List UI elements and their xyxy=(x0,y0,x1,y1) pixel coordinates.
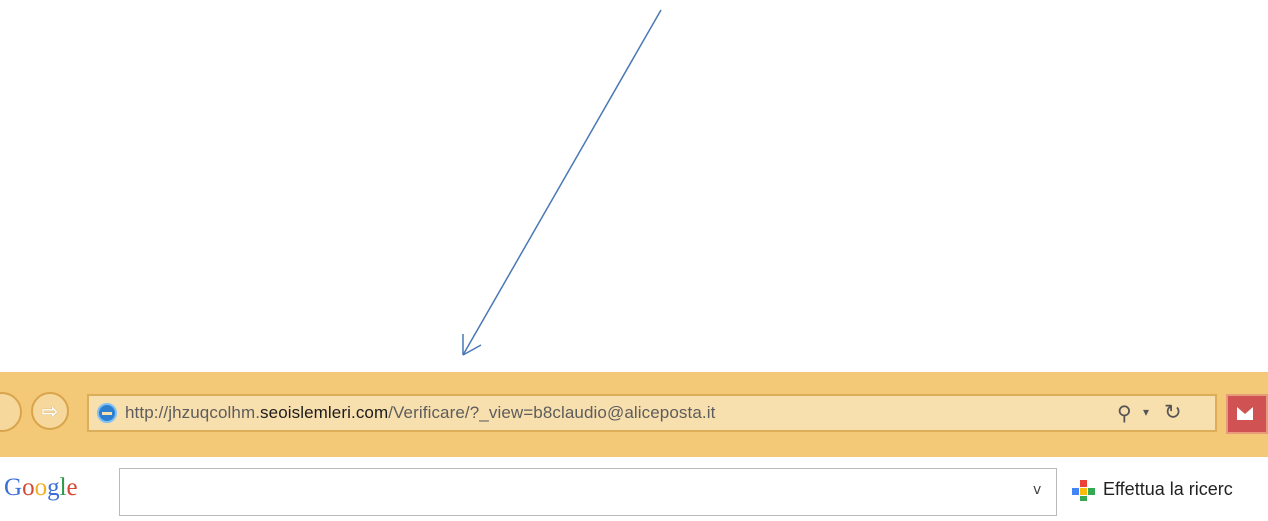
mail-tab[interactable] xyxy=(1226,394,1268,434)
google-search-input[interactable] xyxy=(119,468,1057,516)
mail-icon xyxy=(1237,407,1253,420)
forward-arrow-icon: ⇨ xyxy=(41,399,59,423)
google-logo[interactable]: Google xyxy=(4,474,78,502)
chevron-down-icon[interactable]: ▾ xyxy=(1143,405,1149,419)
google-apps-icon[interactable] xyxy=(1071,476,1097,502)
address-bar[interactable]: http://jhzuqcolhm.seoislemleri.com/Verif… xyxy=(87,394,1217,432)
ie-page-icon xyxy=(97,403,117,423)
url-domain: seoislemleri.com xyxy=(260,403,389,422)
chevron-down-icon[interactable]: v xyxy=(1033,482,1041,498)
forward-button[interactable]: ⇨ xyxy=(31,392,69,430)
url-path: /Verificare/?_view=b8claudio@aliceposta.… xyxy=(388,403,716,422)
url-prefix: http://jhzuqcolhm. xyxy=(125,403,261,422)
search-button-label[interactable]: Effettua la ricerc xyxy=(1103,479,1233,500)
search-icon[interactable]: ⚲ xyxy=(1117,401,1141,425)
refresh-icon[interactable]: ↻ xyxy=(1164,400,1182,424)
url-text[interactable]: http://jhzuqcolhm.seoislemleri.com/Verif… xyxy=(125,403,715,423)
